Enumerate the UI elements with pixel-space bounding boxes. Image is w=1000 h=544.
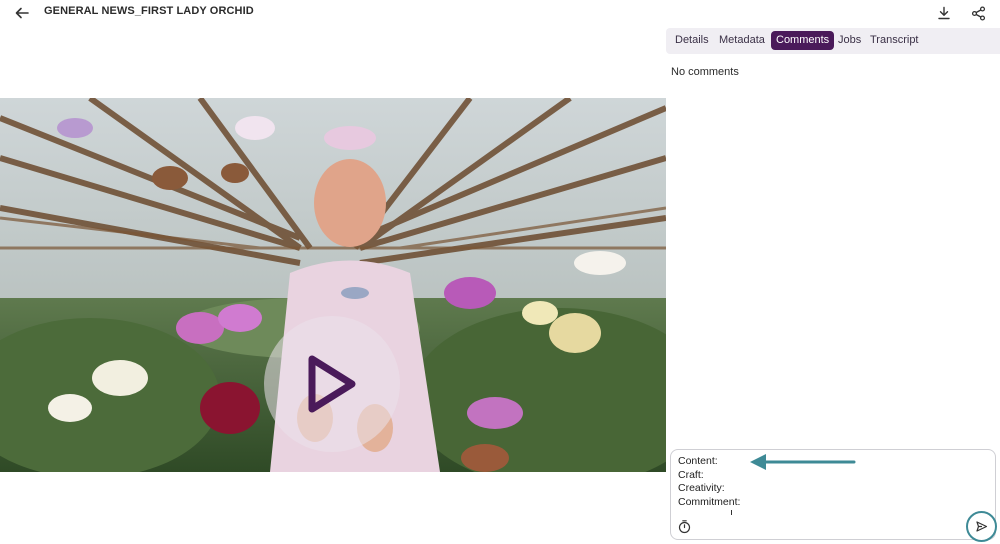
annotation-arrow-icon xyxy=(750,454,856,470)
page-title: GENERAL NEWS_FIRST LADY ORCHID xyxy=(44,5,254,17)
top-bar: GENERAL NEWS_FIRST LADY ORCHID xyxy=(0,0,1000,26)
share-button[interactable] xyxy=(968,3,988,23)
text-caret xyxy=(731,510,732,515)
play-icon xyxy=(308,355,356,413)
side-panel-tabs: Details Metadata Comments Jobs Transcrip… xyxy=(666,28,1000,54)
timestamp-button[interactable] xyxy=(677,519,692,534)
video-player[interactable] xyxy=(0,98,666,472)
share-icon xyxy=(971,5,985,21)
stopwatch-icon xyxy=(678,520,691,534)
tab-jobs[interactable]: Jobs xyxy=(833,31,866,50)
download-button[interactable] xyxy=(934,3,954,23)
tab-transcript[interactable]: Transcript xyxy=(865,31,924,50)
download-icon xyxy=(938,6,950,20)
comment-line-creativity: Creativity: xyxy=(678,482,725,494)
tab-metadata[interactable]: Metadata xyxy=(714,31,770,50)
play-button[interactable] xyxy=(264,316,400,452)
tab-details[interactable]: Details xyxy=(670,31,714,50)
comment-line-commitment: Commitment: xyxy=(678,495,741,508)
arrow-left-icon xyxy=(15,7,29,19)
send-icon xyxy=(976,521,988,532)
back-button[interactable] xyxy=(12,3,32,23)
empty-comments-message: No comments xyxy=(671,66,739,78)
send-button[interactable] xyxy=(966,511,997,542)
tab-comments[interactable]: Comments xyxy=(771,31,835,50)
